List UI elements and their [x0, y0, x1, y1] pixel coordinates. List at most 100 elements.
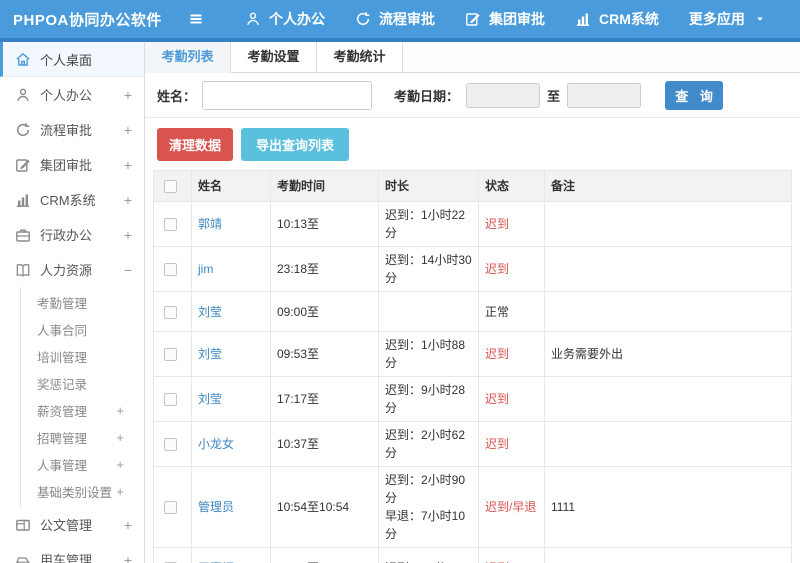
top-nav-personal-office[interactable]: 个人办公: [245, 9, 325, 29]
expand-plus-icon[interactable]: +: [116, 430, 124, 445]
row-checkbox-cell: [153, 547, 192, 563]
sidebar-subitem-reward-punishment[interactable]: 奖惩记录: [21, 370, 144, 397]
expand-plus-icon[interactable]: +: [124, 157, 132, 173]
column-header: 时长: [378, 170, 479, 202]
employee-name-link[interactable]: 刘莹: [198, 392, 222, 406]
tab-attendance-list[interactable]: 考勤列表: [145, 42, 231, 73]
tab-attendance-settings[interactable]: 考勤设置: [231, 42, 317, 72]
name-cell: 刘莹: [191, 331, 271, 377]
sidebar-item-vehicle-management[interactable]: 用车管理 +: [0, 542, 144, 563]
sidebar-subitem-attendance-management[interactable]: 考勤管理: [21, 289, 144, 316]
note-cell: 业务需要外出: [544, 331, 792, 377]
row-checkbox[interactable]: [164, 501, 177, 515]
attendance-time-cell: 10:37至: [270, 421, 379, 467]
row-checkbox[interactable]: [164, 438, 177, 452]
sidebar-item-personal-desktop[interactable]: 个人桌面: [0, 42, 144, 77]
sidebar-subitem-salary-management[interactable]: 薪资管理 +: [21, 397, 144, 424]
expand-plus-icon[interactable]: +: [124, 517, 132, 533]
sidebar-subitem-training-management[interactable]: 培训管理: [21, 343, 144, 370]
tab-attendance-stats[interactable]: 考勤统计: [317, 42, 403, 72]
sidebar-subitem-personnel-contract[interactable]: 人事合同: [21, 316, 144, 343]
expand-plus-icon[interactable]: +: [124, 192, 132, 208]
top-nav-crm-system[interactable]: CRM系统: [575, 9, 659, 29]
expand-plus-icon[interactable]: +: [116, 484, 124, 499]
top-nav-workflow-approval[interactable]: 流程审批: [355, 9, 435, 29]
row-checkbox[interactable]: [164, 218, 177, 232]
status-cell: 迟到: [478, 547, 545, 563]
status-cell: 迟到: [478, 376, 545, 422]
expand-plus-icon[interactable]: +: [124, 552, 132, 563]
sidebar-subitem-personnel-management[interactable]: 人事管理 +: [21, 451, 144, 478]
status-text: 迟到: [485, 217, 510, 231]
hamburger-menu-icon[interactable]: [186, 11, 206, 27]
row-checkbox[interactable]: [164, 305, 177, 319]
history-icon: [15, 122, 31, 138]
top-nav-more-apps[interactable]: 更多应用: [689, 9, 765, 29]
document-icon: [15, 517, 31, 533]
search-button[interactable]: 查 询: [665, 80, 724, 110]
sidebar-subitem-label: 基础类别设置: [37, 486, 113, 500]
row-checkbox[interactable]: [164, 348, 177, 362]
row-checkbox-cell: [153, 421, 192, 467]
collapse-minus-icon[interactable]: −: [124, 262, 132, 278]
expand-plus-icon[interactable]: +: [124, 87, 132, 103]
attendance-time-cell: 23:18至: [270, 246, 379, 292]
select-all-checkbox[interactable]: [164, 180, 177, 194]
clear-data-button[interactable]: 清理数据: [157, 128, 234, 161]
sidebar-item-label: 集团审批: [40, 158, 93, 173]
employee-name-link[interactable]: jim: [198, 262, 213, 276]
name-filter-input[interactable]: [202, 80, 373, 110]
export-list-button[interactable]: 导出查询列表: [241, 128, 350, 161]
attendance-time-cell: 17:17至: [270, 376, 379, 422]
attendance-table: 姓名 考勤时间 时长 状态 备注 郭靖 10:13至 迟到：1小时22分 迟到 jim 23:…: [153, 170, 792, 563]
sidebar-item-personal-office[interactable]: 个人办公 +: [0, 77, 144, 112]
sidebar-subitem-label: 考勤管理: [37, 297, 88, 311]
top-nav-label: CRM系统: [599, 11, 659, 27]
employee-name-link[interactable]: 管理员: [198, 500, 234, 514]
status-text: 迟到/早退: [485, 500, 537, 514]
row-checkbox-cell: [153, 466, 192, 548]
note-cell: [544, 547, 792, 563]
top-nav-group-approval[interactable]: 集团审批: [465, 9, 545, 29]
expand-plus-icon[interactable]: +: [116, 457, 124, 472]
sidebar-item-admin-office[interactable]: 行政办公 +: [0, 217, 144, 252]
sidebar-subitem-recruitment-management[interactable]: 招聘管理 +: [21, 424, 144, 451]
sidebar-item-document-management[interactable]: 公文管理 +: [0, 507, 144, 542]
row-checkbox[interactable]: [164, 263, 177, 277]
sidebar-item-crm-system[interactable]: CRM系统 +: [0, 182, 144, 217]
date-from-input[interactable]: [466, 82, 541, 108]
history-icon: [355, 11, 371, 27]
expand-plus-icon[interactable]: +: [116, 403, 124, 418]
sidebar-item-label: 人力资源: [40, 263, 93, 278]
duration-cell: 迟到：56分: [378, 547, 479, 563]
top-nav-label: 流程审批: [379, 11, 435, 27]
date-to-input[interactable]: [567, 82, 642, 108]
top-navigation: 个人办公 流程审批 集团审批 CRM系统 更多应用: [230, 9, 780, 29]
sidebar-subitem-label: 薪资管理: [37, 405, 88, 419]
sidebar-item-label: 个人桌面: [40, 52, 93, 68]
sidebar-subitem-base-category-settings[interactable]: 基础类别设置 +: [21, 478, 144, 505]
employee-name-link[interactable]: 刘莹: [198, 347, 222, 361]
attendance-table-wrap: 姓名 考勤时间 时长 状态 备注 郭靖 10:13至 迟到：1小时22分 迟到 jim 23:…: [145, 170, 800, 563]
sidebar-item-group-approval[interactable]: 集团审批 +: [0, 147, 144, 182]
sidebar-item-workflow-approval[interactable]: 流程审批 +: [0, 112, 144, 147]
expand-plus-icon[interactable]: +: [124, 227, 132, 243]
status-cell: 迟到: [478, 246, 545, 292]
attendance-time-cell: 10:13至: [270, 201, 379, 247]
duration-cell: 迟到：2小时62分: [378, 421, 479, 467]
chart-icon: [15, 192, 31, 208]
employee-name-link[interactable]: 刘莹: [198, 305, 222, 319]
employee-name-link[interactable]: 郭靖: [198, 217, 222, 231]
home-icon: [15, 51, 31, 67]
duration-cell: [378, 291, 479, 332]
sidebar-item-label: 用车管理: [40, 553, 93, 563]
expand-plus-icon[interactable]: +: [124, 122, 132, 138]
employee-name-link[interactable]: 小龙女: [198, 437, 234, 451]
sidebar-item-label: 行政办公: [40, 228, 93, 243]
sidebar-item-human-resources[interactable]: 人力资源 −: [0, 252, 144, 287]
filter-bar: 姓名： 考勤日期： 至 查 询: [145, 73, 800, 118]
name-cell: 管理员: [191, 466, 271, 548]
status-text: 迟到: [485, 262, 510, 276]
row-checkbox[interactable]: [164, 393, 177, 407]
row-checkbox-cell: [153, 376, 192, 422]
